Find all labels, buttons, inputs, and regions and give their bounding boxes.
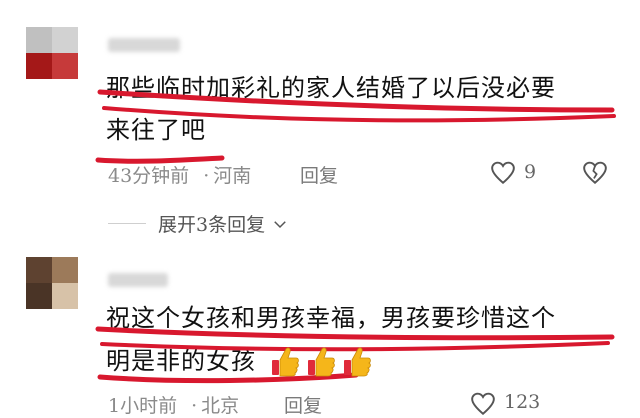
username[interactable] [108, 38, 180, 52]
comment-location: 河南 [213, 165, 252, 187]
username[interactable] [108, 273, 168, 287]
avatar[interactable] [26, 27, 78, 79]
comment-time: 1小时前 [108, 395, 178, 417]
expand-replies-button[interactable]: 展开3条回复 [108, 210, 289, 237]
comment-text-line-2: 明是非的女孩 [106, 347, 256, 375]
heart-outline-icon[interactable] [490, 160, 516, 186]
comment-item: 祝这个女孩和男孩幸福，男孩要珍惜这个 明是非的女孩 1小时前 · 北京 回复 123 [0, 245, 640, 417]
like-count: 9 [524, 161, 537, 183]
heart-outline-icon[interactable] [470, 391, 496, 417]
comment-item: 那些临时加彩礼的家人结婚了以后没必要 来往了吧 43分钟前 · 河南 回复 9 展开… [0, 0, 640, 245]
expand-replies-label: 展开3条回复 [158, 214, 266, 236]
comment-text-line-1: 祝这个女孩和男孩幸福，男孩要珍惜这个 [106, 304, 556, 332]
reply-button[interactable]: 回复 [300, 161, 338, 188]
broken-heart-icon[interactable] [582, 160, 608, 186]
comment-location: 北京 [201, 395, 240, 417]
chevron-down-icon [274, 220, 286, 228]
thumbs-up-icon [344, 347, 371, 377]
comment-text-line-2: 来往了吧 [106, 116, 206, 144]
comment-text-line-1: 那些临时加彩礼的家人结婚了以后没必要 [106, 74, 556, 102]
divider [108, 223, 146, 224]
comment-meta: 43分钟前 · 河南 [108, 165, 252, 187]
avatar[interactable] [26, 257, 78, 309]
like-count: 123 [504, 391, 541, 413]
comment-time: 43分钟前 [108, 165, 190, 187]
thumbs-up-icon [308, 347, 335, 377]
thumbs-up-icon [272, 347, 299, 377]
